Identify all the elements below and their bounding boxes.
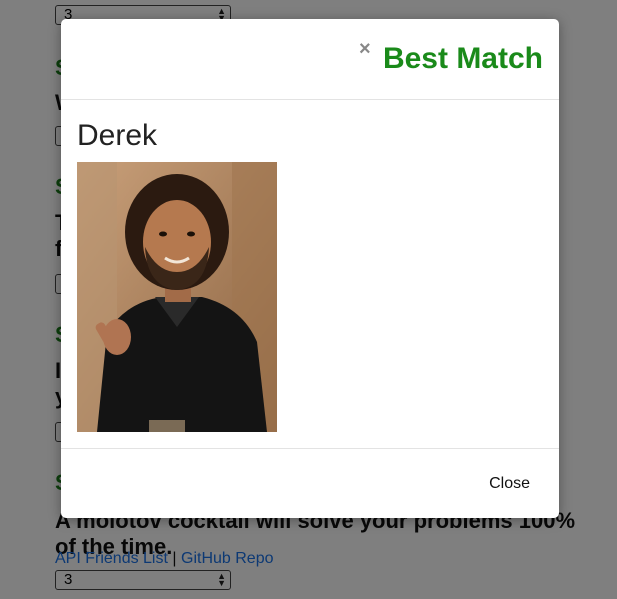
modal-title: Best Match [382,42,543,75]
close-button[interactable]: Close [489,475,530,493]
best-match-modal: × Best Match Derek Close [61,19,559,518]
modal-footer: Close [61,448,559,519]
friend-photo [77,162,277,432]
modal-body: Derek [61,100,559,448]
close-icon[interactable]: × [359,39,371,59]
friend-name: Derek [77,119,158,152]
modal-header: × Best Match [61,19,559,100]
person-photo-icon [77,162,277,432]
